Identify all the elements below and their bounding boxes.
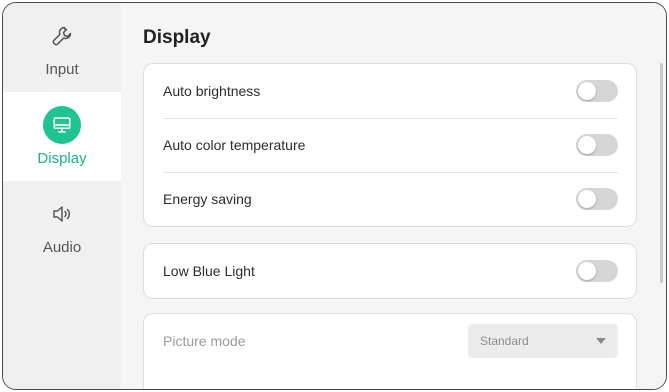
sidebar-item-label: Display [37,150,87,167]
toggle-knob [578,190,596,208]
toggle-knob [578,82,596,100]
monitor-icon [43,106,81,144]
sidebar-item-display[interactable]: Display [3,92,121,181]
wrench-icon [43,17,81,55]
sidebar: Input Display Audio [3,3,121,389]
auto-brightness-toggle[interactable] [576,80,618,102]
setting-row-auto-brightness: Auto brightness [144,64,636,118]
setting-label: Auto brightness [163,83,261,99]
speaker-icon [43,195,81,233]
energy-saving-toggle[interactable] [576,188,618,210]
setting-label: Picture mode [163,333,246,349]
main-panel: Display Auto brightness Auto color tempe… [121,3,666,389]
low-blue-light-toggle[interactable] [576,260,618,282]
setting-row-low-blue-light: Low Blue Light [144,244,636,298]
sidebar-item-label: Input [45,61,79,78]
settings-window: Input Display Audio Display Auto brightn… [2,2,667,390]
setting-label: Energy saving [163,191,252,207]
setting-label: Auto color temperature [163,137,306,153]
sidebar-item-audio[interactable]: Audio [3,181,121,270]
toggle-knob [578,136,596,154]
settings-group-low-blue-light: Low Blue Light [143,243,637,299]
picture-mode-select[interactable]: Standard [468,324,618,358]
chevron-down-icon [596,338,606,344]
settings-group-display-auto: Auto brightness Auto color temperature E… [143,63,637,227]
page-title: Display [143,27,211,48]
sidebar-item-input[interactable]: Input [3,3,121,92]
picture-mode-value: Standard [480,334,529,348]
setting-label: Low Blue Light [163,263,255,279]
setting-row-energy-saving: Energy saving [144,172,636,226]
settings-group-picture: Picture mode Standard [143,313,637,389]
setting-row-auto-color-temperature: Auto color temperature [144,118,636,172]
toggle-knob [578,262,596,280]
sidebar-item-label: Audio [42,239,82,256]
setting-row-picture-mode: Picture mode Standard [144,314,636,368]
scrollbar[interactable] [660,63,663,283]
auto-color-temperature-toggle[interactable] [576,134,618,156]
